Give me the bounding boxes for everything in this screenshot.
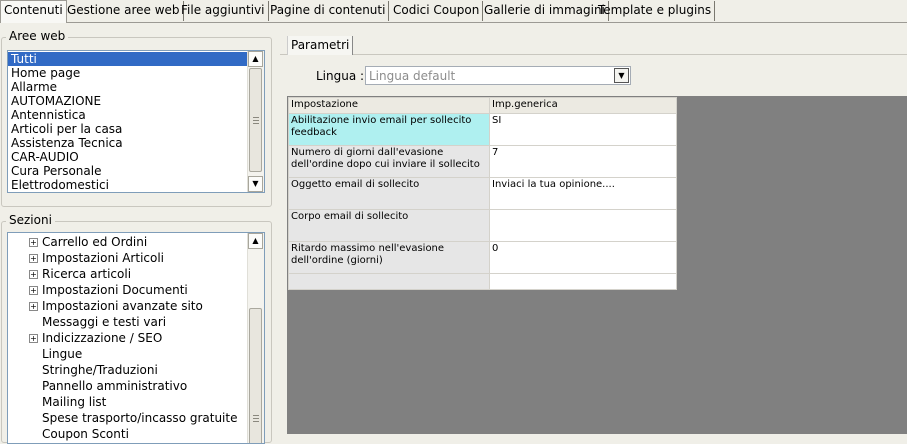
grid-row[interactable]: Oggetto email di sollecito Inviaci la tua…: [288, 177, 677, 210]
sezione-tree-item[interactable]: Spese trasporto/incasso gratuite: [8, 410, 247, 426]
scroll-up-icon[interactable]: ▲: [248, 233, 263, 249]
setting-value-cell[interactable]: 0: [489, 241, 677, 274]
grid-row[interactable]: [288, 273, 677, 290]
setting-value-cell[interactable]: [489, 209, 677, 242]
grip-line: [253, 123, 259, 124]
setting-name-cell: [288, 273, 490, 290]
grid-row[interactable]: Numero di giorni dall'evasione dell'ordi…: [288, 145, 677, 178]
setting-name-cell: Oggetto email di sollecito: [288, 177, 490, 210]
parameters-grid: Impostazione Imp.generica Abilitazione i…: [288, 97, 677, 290]
sezione-label: Lingue: [42, 347, 83, 361]
setting-name-cell: Abilitazione invio email per sollecito f…: [288, 113, 490, 146]
grid-header-row: Impostazione Imp.generica: [288, 97, 677, 114]
sezione-label: Messaggi e testi vari: [42, 315, 167, 329]
sezione-tree-item[interactable]: + Impostazioni avanzate sito: [8, 298, 247, 314]
sezione-tree-item[interactable]: + Impostazioni Articoli: [8, 250, 247, 266]
sezione-tree-item[interactable]: + Ricerca articoli: [8, 266, 247, 282]
grid-header-imp-generica[interactable]: Imp.generica: [489, 97, 677, 114]
chevron-down-icon[interactable]: ▼: [614, 68, 629, 83]
scroll-up-icon[interactable]: ▲: [248, 51, 263, 67]
setting-name-cell: Corpo email di sollecito: [288, 209, 490, 242]
right-panel-divider: [280, 54, 907, 55]
sezione-label: Impostazioni Documenti: [42, 283, 188, 297]
expand-icon[interactable]: +: [29, 238, 38, 247]
grip-line: [253, 120, 259, 121]
tab-pagine-di-contenuti[interactable]: Pagine di contenuti: [267, 1, 390, 21]
setting-name-cell: Numero di giorni dall'evasione dell'ordi…: [288, 145, 490, 178]
area-web-item[interactable]: Assistenza Tecnica: [8, 136, 247, 150]
aree-web-scrollbar[interactable]: ▲ ▼: [247, 51, 264, 192]
sezione-tree-item[interactable]: Lingue: [8, 346, 247, 362]
sezione-label: Impostazioni Articoli: [42, 251, 165, 265]
tab-parametri[interactable]: Parametri: [287, 36, 354, 55]
sezione-label: Ricerca articoli: [42, 267, 132, 281]
sezioni-scrollbar[interactable]: ▲: [247, 233, 264, 443]
setting-value-cell[interactable]: 7: [489, 145, 677, 178]
expand-icon[interactable]: +: [29, 270, 38, 279]
expand-icon[interactable]: +: [29, 286, 38, 295]
sezioni-tree[interactable]: + Carrello ed Ordini + Impostazioni Articol…: [7, 232, 265, 444]
sezione-tree-item[interactable]: Pannello amministrativo: [8, 378, 247, 394]
grid-row[interactable]: Corpo email di sollecito: [288, 209, 677, 242]
grip-line: [253, 421, 259, 422]
grip-line: [253, 418, 259, 419]
aree-web-legend: Aree web: [6, 29, 69, 43]
sezione-label: Spese trasporto/incasso gratuite: [42, 411, 238, 425]
sezione-label: Carrello ed Ordini: [42, 235, 148, 249]
lingua-label: Lingua :: [316, 69, 365, 83]
area-web-item[interactable]: Elettrodomestici: [8, 178, 247, 192]
lingua-select[interactable]: Lingua default ▼: [365, 66, 631, 85]
sezione-tree-item[interactable]: Messaggi e testi vari: [8, 314, 247, 330]
area-web-item[interactable]: AUTOMAZIONE: [8, 94, 247, 108]
scroll-down-icon[interactable]: ▼: [248, 176, 263, 192]
main-tab-strip: Contenuti Gestione aree web File aggiunt…: [0, 0, 907, 23]
tab-template-e-plugins[interactable]: Template e plugins: [595, 1, 716, 21]
sezione-label: Stringhe/Traduzioni: [42, 363, 158, 377]
sezioni-items: + Carrello ed Ordini + Impostazioni Articol…: [8, 234, 247, 442]
tab-contenuti[interactable]: Contenuti: [0, 0, 67, 23]
sezione-tree-item[interactable]: + Carrello ed Ordini: [8, 234, 247, 250]
sezione-label: Mailing list: [42, 395, 107, 409]
expand-icon[interactable]: +: [29, 302, 38, 311]
grid-row[interactable]: Abilitazione invio email per sollecito f…: [288, 113, 677, 146]
sezione-tree-item[interactable]: Coupon Sconti: [8, 426, 247, 442]
scroll-thumb[interactable]: [249, 68, 262, 172]
area-web-item[interactable]: Tutti: [8, 52, 247, 66]
sezione-tree-item[interactable]: Mailing list: [8, 394, 247, 410]
grip-line: [253, 117, 259, 118]
sezione-label: Impostazioni avanzate sito: [42, 299, 203, 313]
sezione-label: Pannello amministrativo: [42, 379, 188, 393]
sezione-tree-item[interactable]: Stringhe/Traduzioni: [8, 362, 247, 378]
sezioni-legend: Sezioni: [6, 213, 55, 227]
aree-web-listbox[interactable]: Tutti Home page Allarme AUTOMAZIONE Antennis…: [7, 50, 265, 193]
tab-file-aggiuntivi[interactable]: File aggiuntivi: [178, 1, 269, 21]
setting-value-cell[interactable]: SI: [489, 113, 677, 146]
sezione-tree-item[interactable]: + Impostazioni Documenti: [8, 282, 247, 298]
area-web-item[interactable]: Articoli per la casa: [8, 122, 247, 136]
tab-gallerie-di-immagini[interactable]: Gallerie di immagini: [481, 1, 609, 21]
area-web-item[interactable]: Antennistica: [8, 108, 247, 122]
grid-header-impostazione[interactable]: Impostazione: [288, 97, 490, 114]
tab-gestione-aree-web[interactable]: Gestione aree web: [64, 1, 184, 21]
sezione-label: Indicizzazione / SEO: [42, 331, 163, 345]
sezione-tree-item[interactable]: + Indicizzazione / SEO: [8, 330, 247, 346]
expand-icon[interactable]: +: [29, 334, 38, 343]
scroll-thumb[interactable]: [249, 308, 262, 443]
grid-body: Abilitazione invio email per sollecito f…: [288, 113, 677, 290]
area-web-item[interactable]: Allarme: [8, 80, 247, 94]
grip-line: [253, 415, 259, 416]
expand-icon[interactable]: +: [29, 254, 38, 263]
setting-value-cell[interactable]: Inviaci la tua opinione....: [489, 177, 677, 210]
sezione-label: Coupon Sconti: [42, 427, 129, 441]
area-web-item[interactable]: CAR-AUDIO: [8, 150, 247, 164]
area-web-item[interactable]: Home page: [8, 66, 247, 80]
setting-value-cell[interactable]: [489, 273, 677, 290]
lingua-select-value: Lingua default: [369, 69, 456, 83]
aree-web-items: Tutti Home page Allarme AUTOMAZIONE Antennis…: [8, 52, 247, 192]
grid-row[interactable]: Ritardo massimo nell'evasione dell'ordin…: [288, 241, 677, 274]
setting-name-cell: Ritardo massimo nell'evasione dell'ordin…: [288, 241, 490, 274]
tab-codici-coupon[interactable]: Codici Coupon: [390, 1, 484, 21]
area-web-item[interactable]: Cura Personale: [8, 164, 247, 178]
